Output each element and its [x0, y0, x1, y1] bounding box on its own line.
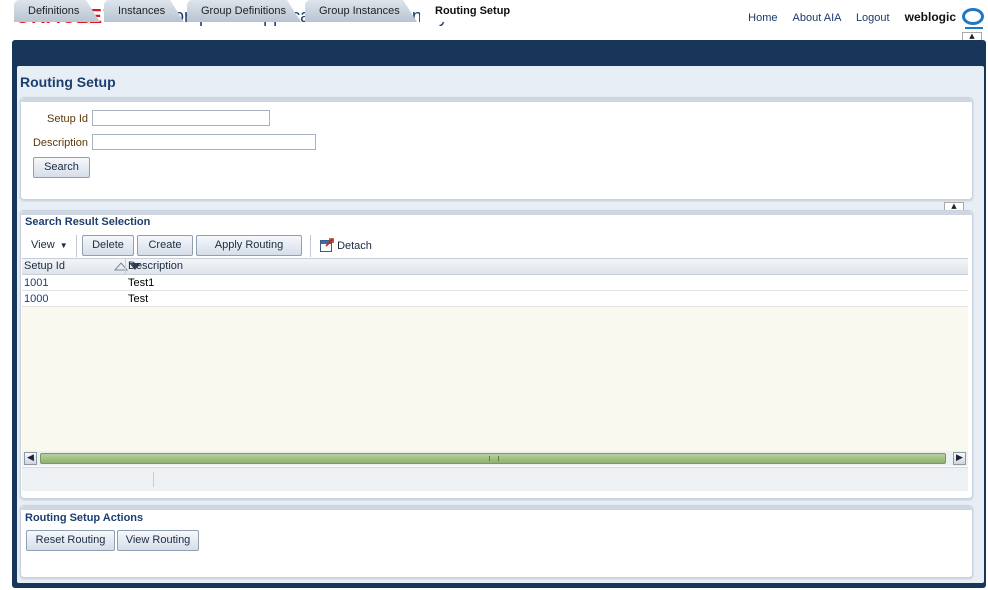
- results-title: Search Result Selection: [25, 216, 151, 228]
- apply-routing-button[interactable]: Apply Routing: [196, 235, 302, 256]
- table-header: Setup Id Description: [22, 258, 968, 275]
- tab-group-definitions[interactable]: Group Definitions: [187, 0, 301, 22]
- description-cell: Test: [128, 293, 149, 305]
- scroll-thumb[interactable]: [40, 453, 946, 464]
- delete-button[interactable]: Delete: [82, 235, 134, 256]
- logout-link[interactable]: Logout: [856, 12, 890, 24]
- table-body: 1001 Test1 1000 Test: [22, 275, 968, 451]
- table-status-bar: [22, 467, 968, 491]
- tab-routing-setup[interactable]: Routing Setup: [420, 0, 542, 22]
- scroll-left-icon[interactable]: ◀: [24, 452, 37, 465]
- scroll-right-icon[interactable]: ▶: [953, 452, 966, 465]
- page-title: Routing Setup: [20, 74, 116, 90]
- setup-id-cell[interactable]: 1000: [24, 291, 48, 307]
- detach-button[interactable]: Detach: [320, 238, 372, 254]
- table-row[interactable]: 1000 Test: [22, 291, 968, 307]
- oracle-o-icon-base: [965, 27, 983, 29]
- home-link[interactable]: Home: [748, 12, 777, 24]
- dropdown-arrow-icon: ▼: [59, 241, 68, 250]
- create-button[interactable]: Create: [137, 235, 193, 256]
- search-button[interactable]: Search: [33, 157, 90, 178]
- about-aia-link[interactable]: About AIA: [793, 12, 841, 24]
- description-input[interactable]: [92, 134, 316, 150]
- detach-icon: [320, 238, 334, 252]
- setup-id-label: Setup Id: [47, 113, 88, 125]
- reset-routing-button[interactable]: Reset Routing: [26, 530, 115, 551]
- description-cell: Test1: [128, 277, 155, 289]
- tab-instances[interactable]: Instances: [104, 0, 184, 22]
- description-label: Description: [32, 137, 88, 149]
- tab-definitions[interactable]: Definitions: [14, 0, 100, 22]
- actions-title: Routing Setup Actions: [25, 512, 144, 524]
- table-row[interactable]: 1001 Test1: [22, 275, 968, 291]
- setup-id-input[interactable]: [92, 110, 270, 126]
- horizontal-scrollbar[interactable]: ◀ ▶: [22, 451, 968, 466]
- view-routing-button[interactable]: View Routing: [117, 530, 199, 551]
- user-name: weblogic: [904, 10, 956, 24]
- oracle-o-icon: [962, 8, 984, 25]
- tab-group-instances[interactable]: Group Instances: [305, 0, 417, 22]
- column-header-description[interactable]: Description: [128, 259, 183, 274]
- view-menu[interactable]: View ▼: [31, 239, 68, 251]
- column-header-setup-id[interactable]: Setup Id: [24, 259, 65, 274]
- global-links: Home About AIA Logout weblogic: [736, 10, 956, 24]
- setup-id-cell[interactable]: 1001: [24, 275, 48, 291]
